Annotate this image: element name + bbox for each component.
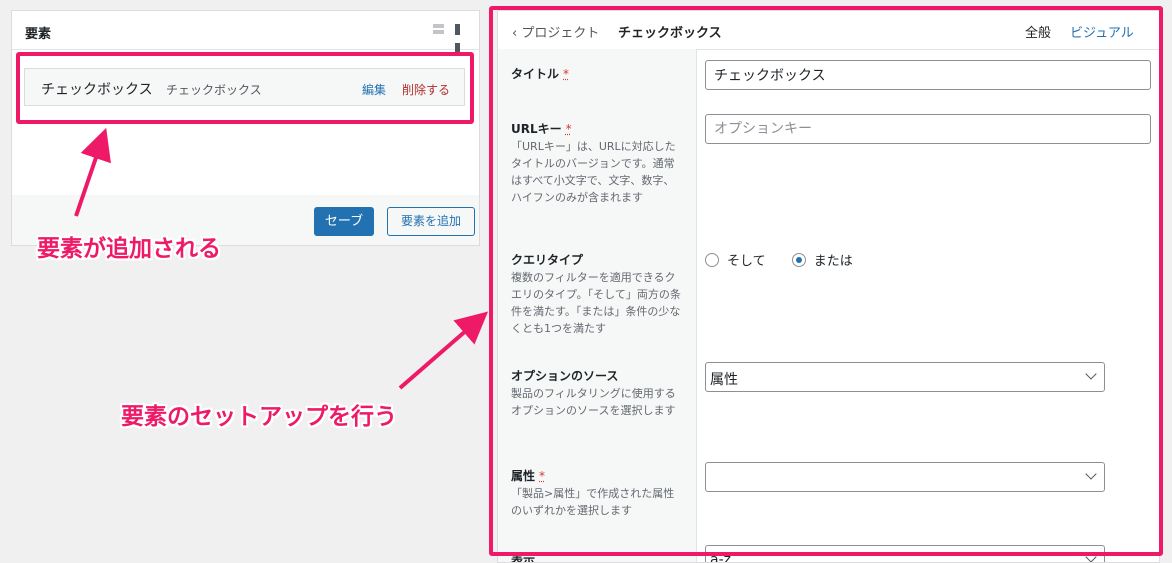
chevron-down-icon (1085, 468, 1097, 480)
required-mark: * (563, 67, 570, 81)
settings-header: ‹ プロジェクト チェックボックス 全般 ビジュアル (498, 11, 1159, 50)
display-label: 表示 (511, 553, 536, 563)
edit-link[interactable]: 編集 (362, 81, 386, 98)
tab-general[interactable]: 全般 (1025, 22, 1051, 41)
url-key-label: URLキー * (511, 120, 572, 137)
element-row[interactable]: チェックボックス チェックボックス 編集 削除する (24, 68, 465, 106)
option-source-label: オプションのソース (511, 369, 619, 383)
radio-or[interactable]: または (791, 250, 853, 269)
query-type-label: クエリタイプ (511, 253, 584, 267)
chevron-down-icon (1085, 551, 1097, 562)
back-link-label: プロジェクト (521, 26, 600, 41)
element-type: チェックボックス (166, 83, 262, 97)
attribute-select[interactable] (705, 462, 1105, 492)
chevron-left-icon: ‹ (512, 26, 518, 41)
option-source-value: 属性 (710, 372, 738, 388)
annotation-setup-element: 要素のセットアップを行う (121, 404, 397, 430)
title-input[interactable] (705, 60, 1151, 90)
elements-panel-title: 要素 (25, 27, 52, 42)
add-element-button[interactable]: 要素を追加 (387, 207, 475, 236)
radio-checked-icon[interactable] (791, 252, 806, 267)
radio-and-label: そして (727, 254, 766, 269)
delete-link[interactable]: 削除する (402, 81, 450, 98)
element-settings-panel: ‹ プロジェクト チェックボックス 全般 ビジュアル タイトル * URLキー * … (497, 10, 1160, 563)
attribute-description: 「製品>属性」で作成された属性のいずれかを選択します (511, 487, 675, 517)
title-label: タイトル * (511, 65, 569, 82)
back-to-project-link[interactable]: ‹ プロジェクト (512, 22, 599, 41)
label-column: タイトル * URLキー * 「URLキー」は、URLに対応したタイトルのバージョン… (498, 49, 697, 562)
query-type-description: 複数のフィルターを適用できるクエリのタイプ。「そして」両方の条件を満たす。「また… (511, 271, 681, 335)
save-button[interactable]: セーブ (314, 207, 374, 236)
required-mark: * (565, 122, 572, 136)
display-select[interactable]: a-z (705, 545, 1105, 563)
attribute-label-text: 属性 (511, 469, 536, 483)
required-mark: * (539, 469, 546, 483)
elements-panel: 要素 チェックボックス チェックボックス 編集 削除する セーブ 要素を追加 (11, 10, 480, 246)
element-name: チェックボックス (41, 82, 153, 98)
chevron-down-icon (1085, 368, 1097, 380)
display-value: a-z (710, 552, 731, 563)
settings-title: チェックボックス (618, 26, 722, 41)
option-source-description: 製品のフィルタリングに使用するオプションのソースを選択します (511, 387, 676, 417)
url-key-input[interactable] (705, 114, 1151, 144)
radio-or-label: または (813, 254, 853, 269)
attribute-label: 属性 * (511, 467, 545, 484)
option-source-select[interactable]: 属性 (705, 362, 1105, 392)
query-type-radio-group: そして または (705, 250, 875, 271)
url-key-description: 「URLキー」は、URLに対応したタイトルのバージョンです。通常はすべて小文字で… (511, 140, 676, 204)
title-label-text: タイトル (511, 67, 560, 81)
url-key-label-text: URLキー (511, 122, 562, 136)
elements-panel-header: 要素 (12, 11, 479, 54)
grid-view-icon[interactable] (455, 24, 466, 54)
radio-unchecked-icon[interactable] (705, 252, 719, 267)
annotation-element-added: 要素が追加される (37, 236, 221, 262)
arrow-to-settings-panel (398, 311, 489, 390)
tab-visual[interactable]: ビジュアル (1070, 22, 1134, 41)
list-view-icon[interactable] (433, 24, 444, 35)
radio-and[interactable]: そして (705, 250, 766, 269)
